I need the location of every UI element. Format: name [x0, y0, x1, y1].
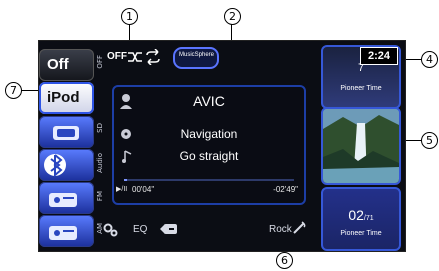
play-pause-icon[interactable]: ▶/II	[116, 185, 127, 193]
next-song-title: Pioneer Time	[340, 230, 382, 237]
clock: 2:24	[360, 47, 398, 65]
song-title: Go straight	[179, 149, 239, 163]
source-fm-button[interactable]	[39, 182, 94, 214]
callout-7-line	[21, 90, 39, 91]
next-song-card[interactable]: 02/71 Pioneer Time	[321, 187, 401, 251]
artist-name: AVIC	[193, 93, 225, 109]
source-off-label: Off	[47, 56, 69, 73]
track-info-panel: AVIC Navigation Go straight ▶/II 00'04" …	[112, 85, 306, 205]
source-sd-button[interactable]	[39, 116, 94, 148]
label-fm: FM	[96, 191, 104, 202]
callout-6: 6	[276, 252, 293, 269]
label-off: OFF	[96, 55, 104, 69]
source-ipod-button[interactable]: iPod	[39, 82, 94, 114]
genre-edit-icon[interactable]	[292, 221, 306, 235]
callout-2: 2	[224, 8, 241, 25]
back-icon[interactable]	[160, 222, 178, 236]
album-art[interactable]	[321, 107, 401, 185]
progress-fill	[124, 179, 128, 181]
callout-5-line	[406, 140, 421, 141]
previous-song-title: Pioneer Time	[340, 85, 382, 92]
label-audio: Audio	[96, 153, 104, 173]
source-ipod-label: iPod	[47, 89, 80, 106]
album-name: Navigation	[180, 127, 238, 141]
eq-button[interactable]: EQ	[133, 224, 147, 235]
shuffle-icon[interactable]	[127, 50, 143, 64]
source-off-button[interactable]: Off	[39, 49, 94, 81]
head-unit-screen: Off iPod OFF SD Audio FM AM OFF MusicSph…	[38, 40, 406, 252]
musicsphere-logo[interactable]: MusicSphere	[173, 47, 219, 69]
settings-icon[interactable]	[103, 223, 119, 237]
elapsed-time: 00'04"	[132, 185, 155, 194]
callout-5: 5	[421, 132, 438, 149]
label-sd: SD	[96, 123, 104, 133]
callout-1: 1	[121, 8, 138, 25]
next-song-index: 02	[348, 207, 364, 223]
waterfall-artwork-icon	[323, 109, 399, 183]
callout-7: 7	[5, 82, 22, 99]
next-song-total: /71	[363, 215, 374, 222]
remaining-time: -02'49"	[273, 185, 298, 194]
progress-track[interactable]	[124, 179, 294, 181]
bluetooth-icon	[44, 154, 66, 178]
shuffle-repeat-off-label: OFF	[107, 51, 127, 62]
musicsphere-logo-text: MusicSphere	[179, 52, 215, 58]
radio-icon-2	[49, 226, 77, 240]
source-am-button[interactable]	[39, 215, 94, 247]
source-bluetooth-audio-button[interactable]	[39, 149, 94, 181]
callout-4: 4	[421, 51, 438, 68]
next-song-number: 02/71	[323, 207, 399, 223]
sd-card-icon	[53, 126, 79, 140]
repeat-icon[interactable]	[144, 49, 162, 65]
radio-icon	[49, 193, 77, 207]
genre-label: Rock	[269, 224, 292, 235]
